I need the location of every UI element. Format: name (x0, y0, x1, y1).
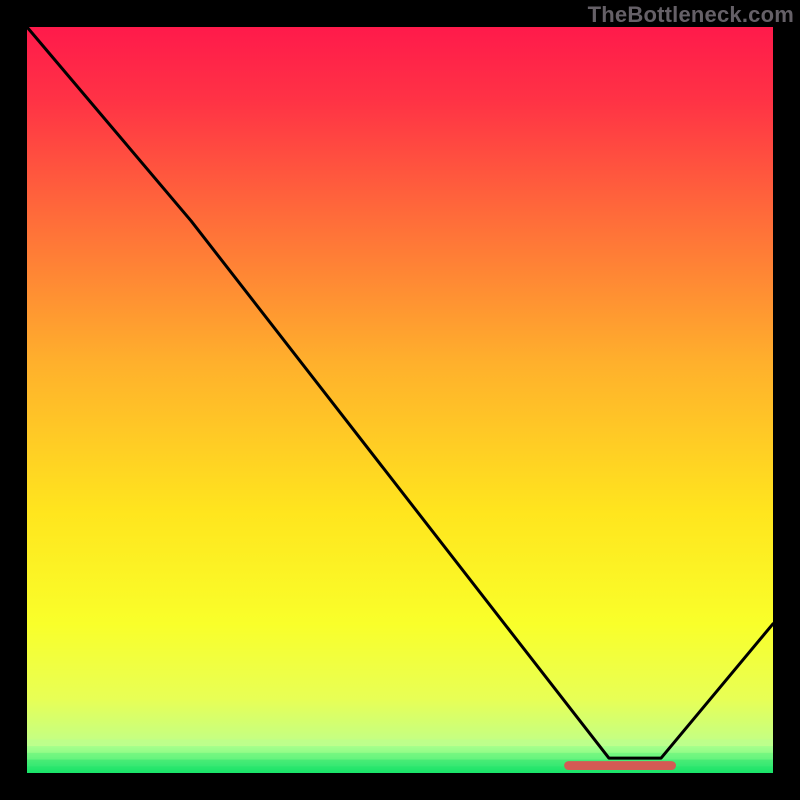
chart-canvas (27, 27, 773, 773)
chart-background (27, 27, 773, 773)
chart-frame (24, 24, 776, 776)
watermark-text: TheBottleneck.com (588, 2, 794, 28)
bottom-marker (564, 761, 676, 770)
